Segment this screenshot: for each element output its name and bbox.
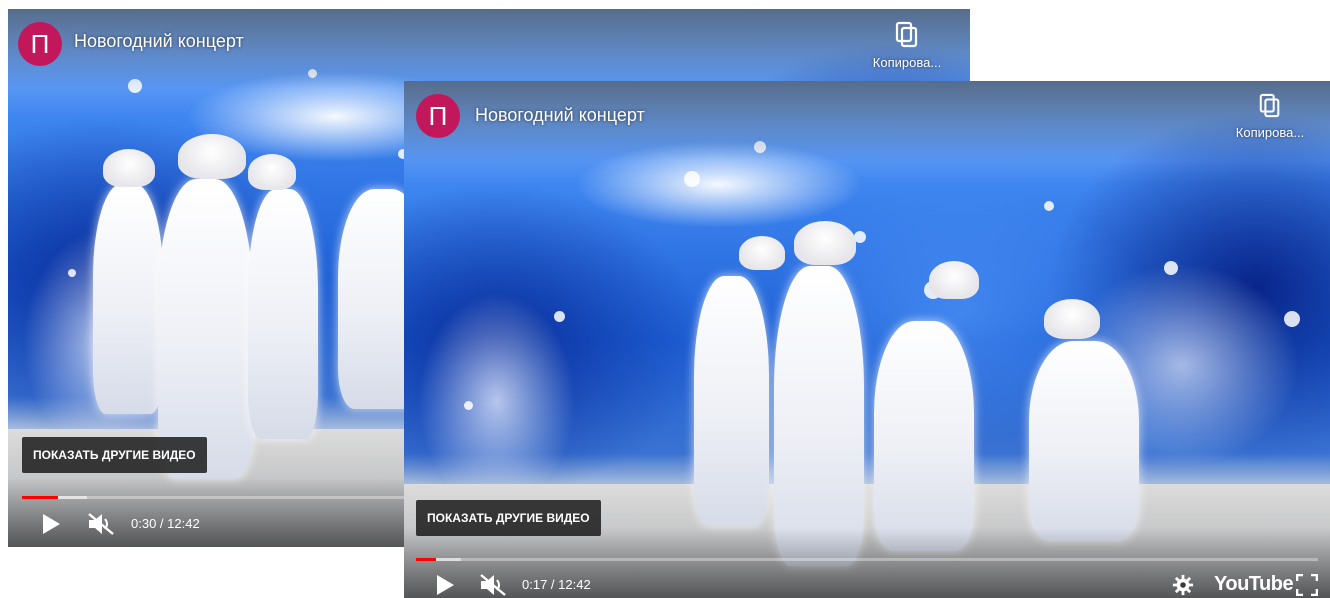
- mute-button[interactable]: [476, 571, 510, 598]
- progress-played: [416, 558, 436, 561]
- play-icon: [43, 514, 60, 534]
- copy-link-label: Копирова...: [872, 55, 942, 70]
- mute-icon: [88, 513, 114, 535]
- youtube-logo[interactable]: YouTube: [1214, 573, 1294, 596]
- channel-avatar[interactable]: П: [416, 94, 460, 138]
- copy-icon: [1259, 93, 1280, 118]
- mute-button[interactable]: [84, 509, 118, 539]
- progress-played: [22, 496, 59, 499]
- time-display: 0:30 / 12:42: [131, 516, 200, 531]
- copy-link-button[interactable]: Копирова...: [852, 21, 962, 70]
- time-display: 0:17 / 12:42: [522, 577, 591, 592]
- copy-link-label: Копирова...: [1235, 125, 1305, 140]
- fullscreen-button[interactable]: [1292, 571, 1322, 598]
- play-button[interactable]: [36, 509, 66, 539]
- video-title[interactable]: Новогодний концерт: [74, 31, 244, 52]
- play-icon: [437, 575, 454, 595]
- settings-gear-icon: [1172, 574, 1194, 596]
- copy-link-button[interactable]: Копирова...: [1220, 93, 1320, 140]
- play-button[interactable]: [430, 571, 460, 598]
- settings-button[interactable]: [1168, 571, 1198, 598]
- copy-icon: [895, 21, 918, 48]
- video-player-front[interactable]: П Новогодний концерт Копирова... ПОКАЗАТ…: [404, 81, 1330, 598]
- video-title[interactable]: Новогодний концерт: [475, 105, 645, 126]
- fullscreen-icon: [1296, 574, 1318, 596]
- channel-avatar[interactable]: П: [18, 22, 62, 66]
- mute-icon: [480, 574, 506, 596]
- show-more-videos-button[interactable]: ПОКАЗАТЬ ДРУГИЕ ВИДЕО: [22, 437, 207, 473]
- progress-bar[interactable]: [416, 558, 1318, 561]
